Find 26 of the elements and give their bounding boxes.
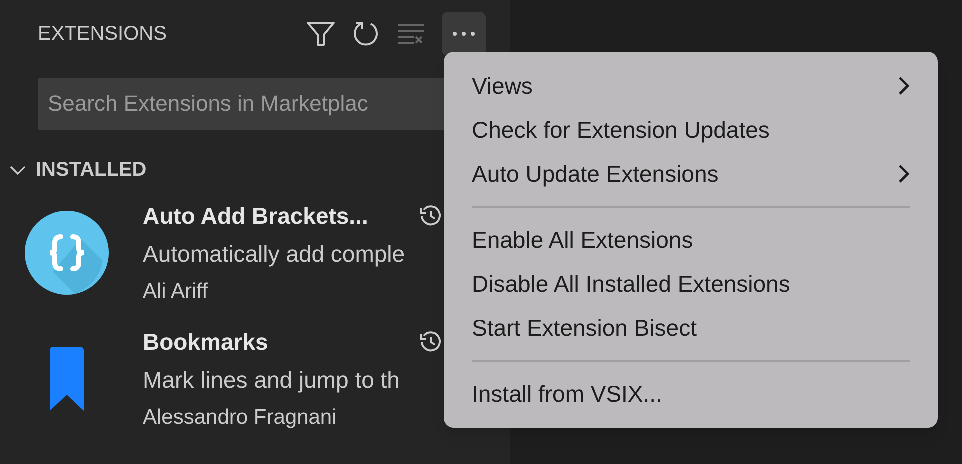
menu-item[interactable]: Enable All Extensions [472,218,910,262]
filter-icon[interactable] [306,21,336,47]
refresh-icon[interactable] [352,20,380,48]
clear-list-icon[interactable] [396,22,426,46]
extension-description: Mark lines and jump to th [143,366,401,396]
extension-name: Auto Add Brackets... [143,202,370,231]
more-icon [452,31,476,37]
menu-item[interactable]: Auto Update Extensions [472,152,910,196]
extension-author: Ali Ariff [143,278,209,305]
menu-item[interactable]: Check for Extension Updates [472,108,910,152]
panel-title: EXTENSIONS [38,22,168,47]
menu-item[interactable]: Install from VSIX... [472,372,910,416]
chevron-right-icon [898,76,910,96]
more-actions-button[interactable] [442,12,486,56]
extension-author: Alessandro Fragnani [143,404,338,431]
chevron-right-icon [898,164,910,184]
menu-item[interactable]: Disable All Installed Extensions [472,262,910,306]
bookmark-icon [50,347,84,411]
menu-item[interactable]: Start Extension Bisect [472,306,910,350]
braces-icon [25,211,109,295]
extension-description: Automatically add comple [143,240,406,270]
history-icon [419,330,443,354]
menu-item[interactable]: Views [472,64,910,108]
extension-name: Bookmarks [143,328,270,357]
section-title[interactable]: INSTALLED [36,155,147,185]
history-icon [419,204,443,228]
